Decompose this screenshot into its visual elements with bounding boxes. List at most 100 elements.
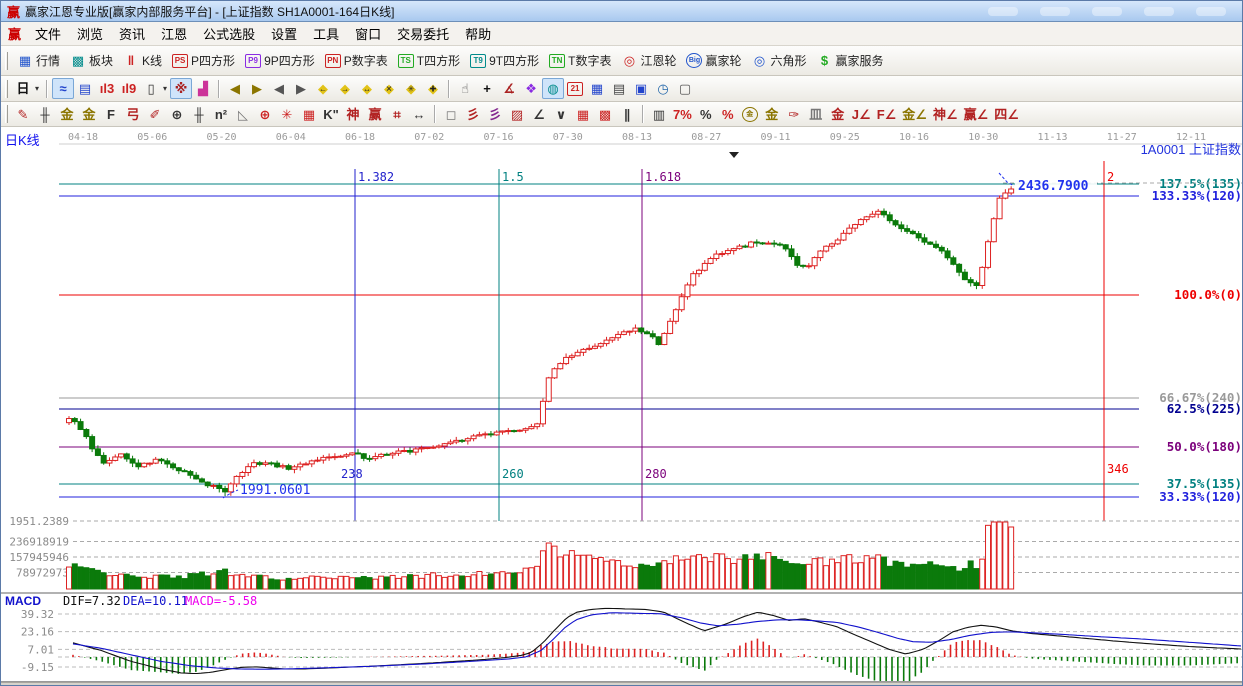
red-grid-button[interactable]: ▦ <box>572 104 594 125</box>
n2-fence-button[interactable]: n² <box>210 104 232 125</box>
titlebar-faint-item[interactable] <box>1040 6 1070 16</box>
quotes-button[interactable]: ▦ 行情 <box>12 50 65 71</box>
ying-angle-button[interactable]: 赢∠ <box>961 104 992 125</box>
gold-circle-button[interactable]: 金 <box>739 105 761 124</box>
percent-button[interactable]: % <box>695 104 717 125</box>
ruler-123-button[interactable]: ⌗ <box>386 104 408 125</box>
info-panel-button[interactable]: ▤ <box>74 78 96 99</box>
parallel-lines-button[interactable]: ∥ <box>616 104 638 125</box>
boxed-web-button[interactable]: ▦ <box>298 104 320 125</box>
pencil-tool-button[interactable]: ✎ <box>12 104 34 125</box>
pattern-tool-button[interactable]: ※ <box>170 78 193 99</box>
brain-map-button[interactable]: ◍ <box>542 78 565 99</box>
candle-style-combo-button[interactable]: ▯ ▾ <box>140 78 170 99</box>
gold-fence2-button[interactable]: 金 <box>78 104 100 125</box>
angle-measure-button[interactable]: ∡ <box>498 78 520 99</box>
grid-arrow-button[interactable]: ▩ <box>594 104 616 125</box>
shen-angle-button[interactable]: 神∠ <box>930 104 961 125</box>
hexagon-button[interactable]: ◎ 六角形 <box>747 50 812 71</box>
save-button[interactable]: ▣ <box>630 78 652 99</box>
diamond-expand-button[interactable]: ◆ ✚ <box>422 78 444 99</box>
menu-item-9[interactable]: 帮助 <box>457 22 499 45</box>
web-sync-button[interactable]: ◷ <box>652 78 674 99</box>
winner-wheel-button[interactable]: Big 赢家轮 <box>681 50 746 71</box>
gold-under2-button[interactable]: 金 <box>827 104 849 125</box>
menu-item-3[interactable]: 江恩 <box>153 22 195 45</box>
p-square-button[interactable]: PS P四方形 <box>167 50 240 71</box>
bars-3-button[interactable]: ıl3 <box>96 78 118 99</box>
menu-item-2[interactable]: 资讯 <box>111 22 153 45</box>
v-lines-button[interactable]: ∨ <box>550 104 572 125</box>
toolbar-grip[interactable] <box>5 79 8 98</box>
menu-item-7[interactable]: 窗口 <box>347 22 389 45</box>
diamond-cross-button[interactable]: ◆ ✕ <box>378 78 400 99</box>
menu-item-0[interactable]: 文件 <box>27 22 69 45</box>
kline-chart[interactable]: 日K线 04-18 05-06 05-20 06-04 06-18 07-02 07-16 07… <box>1 127 1243 682</box>
gann-wheel-button[interactable]: ◎ 江恩轮 <box>616 50 681 71</box>
toolbar-grip[interactable] <box>5 105 8 123</box>
kline-button[interactable]: ‖ K线 <box>118 50 167 71</box>
workstation-button[interactable]: ▢ <box>674 78 696 99</box>
menu-item-5[interactable]: 设置 <box>263 22 305 45</box>
box-lines-button[interactable]: ◻ <box>440 104 462 125</box>
titlebar-faint-item[interactable] <box>1196 6 1226 16</box>
winner-service-button[interactable]: $ 赢家服务 <box>812 50 889 71</box>
first-bar-button[interactable]: ◀ <box>224 78 246 99</box>
percent-under-button[interactable]: % <box>717 104 739 125</box>
fence2-tool-button[interactable]: ╫ <box>188 104 210 125</box>
star-web-button[interactable]: ✳ <box>276 104 298 125</box>
crosshair-tool-button[interactable]: + <box>476 78 498 99</box>
gold-fence-button[interactable]: 金 <box>56 104 78 125</box>
titlebar-faint-item[interactable] <box>1092 6 1122 16</box>
shen-fence-button[interactable]: 神 <box>342 104 364 125</box>
j-angle-button[interactable]: J∠ <box>849 104 874 125</box>
spiral-fence-button[interactable]: 弓 <box>122 104 144 125</box>
p-table-button[interactable]: PN P数字表 <box>320 50 393 71</box>
9p-square-button[interactable]: P9 9P四方形 <box>240 50 320 71</box>
diamond-right-button[interactable]: ◆ → <box>334 78 356 99</box>
wave-tool-button[interactable]: ≈ <box>52 78 75 99</box>
titlebar-faint-item[interactable] <box>1144 6 1174 16</box>
fan-box-button[interactable]: 彡 <box>484 104 506 125</box>
menu-item-4[interactable]: 公式选股 <box>195 22 263 45</box>
t-table-button[interactable]: TN T数字表 <box>544 50 616 71</box>
t-square-button[interactable]: TS T四方形 <box>393 50 465 71</box>
menu-item-8[interactable]: 交易委托 <box>389 22 457 45</box>
diamond-star-button[interactable]: ◆ ✳ <box>400 78 422 99</box>
box-diagonal-button[interactable]: ▨ <box>506 104 528 125</box>
menu-item-1[interactable]: 浏览 <box>69 22 111 45</box>
percent-line-button[interactable]: 7% <box>670 104 695 125</box>
width-arrows-button[interactable]: ↔ <box>408 104 430 125</box>
prev-bar-button[interactable]: ◀ <box>268 78 290 99</box>
calendar-21-button[interactable]: 21 <box>564 80 586 98</box>
diamond-left-button[interactable]: ◆ ← <box>312 78 334 99</box>
hand-tool-button[interactable]: ☝ <box>454 78 476 99</box>
purple-tool-button[interactable]: ❖ <box>520 78 542 99</box>
fence-tool-button[interactable]: ╫ <box>34 104 56 125</box>
fan-lines-button[interactable]: 彡 <box>462 104 484 125</box>
menu-item-6[interactable]: 工具 <box>305 22 347 45</box>
calculator-button[interactable]: ▦ <box>586 78 608 99</box>
k-quote-button[interactable]: K" <box>320 104 342 125</box>
period-day-combo-button[interactable]: 日 ▾ <box>12 78 42 99</box>
next-bar-button[interactable]: ▶ <box>290 78 312 99</box>
bar-chart-button[interactable]: ▥ <box>648 104 670 125</box>
f-angle-button[interactable]: F∠ <box>874 104 900 125</box>
toolbar-grip[interactable] <box>5 51 8 70</box>
cup-tool-button[interactable]: 皿 <box>805 104 827 125</box>
dropdown-arrow-icon[interactable]: ▾ <box>35 84 39 93</box>
gann-circle-button[interactable]: ⊕ <box>166 104 188 125</box>
angle-lines-button[interactable]: ∠ <box>528 104 550 125</box>
angle-a-button[interactable]: ◺ <box>232 104 254 125</box>
titlebar-faint-item[interactable] <box>988 6 1018 16</box>
diamond-hrange-button[interactable]: ◆ ↔ <box>356 78 378 99</box>
chart-area[interactable]: 日K线 04-18 05-06 05-20 06-04 06-18 07-02 07-16 07… <box>1 127 1243 682</box>
gold-angle-button[interactable]: 金∠ <box>899 104 930 125</box>
dropdown-arrow-icon[interactable]: ▾ <box>163 84 167 93</box>
pencil-ruler-button[interactable]: ✐ <box>144 104 166 125</box>
color-histogram-button[interactable]: ▟ <box>192 78 214 99</box>
notes-button[interactable]: ▤ <box>608 78 630 99</box>
target-circle-button[interactable]: ⊕ <box>254 104 276 125</box>
last-bar-button[interactable]: ▶ <box>246 78 268 99</box>
f-fence-button[interactable]: F <box>100 104 122 125</box>
